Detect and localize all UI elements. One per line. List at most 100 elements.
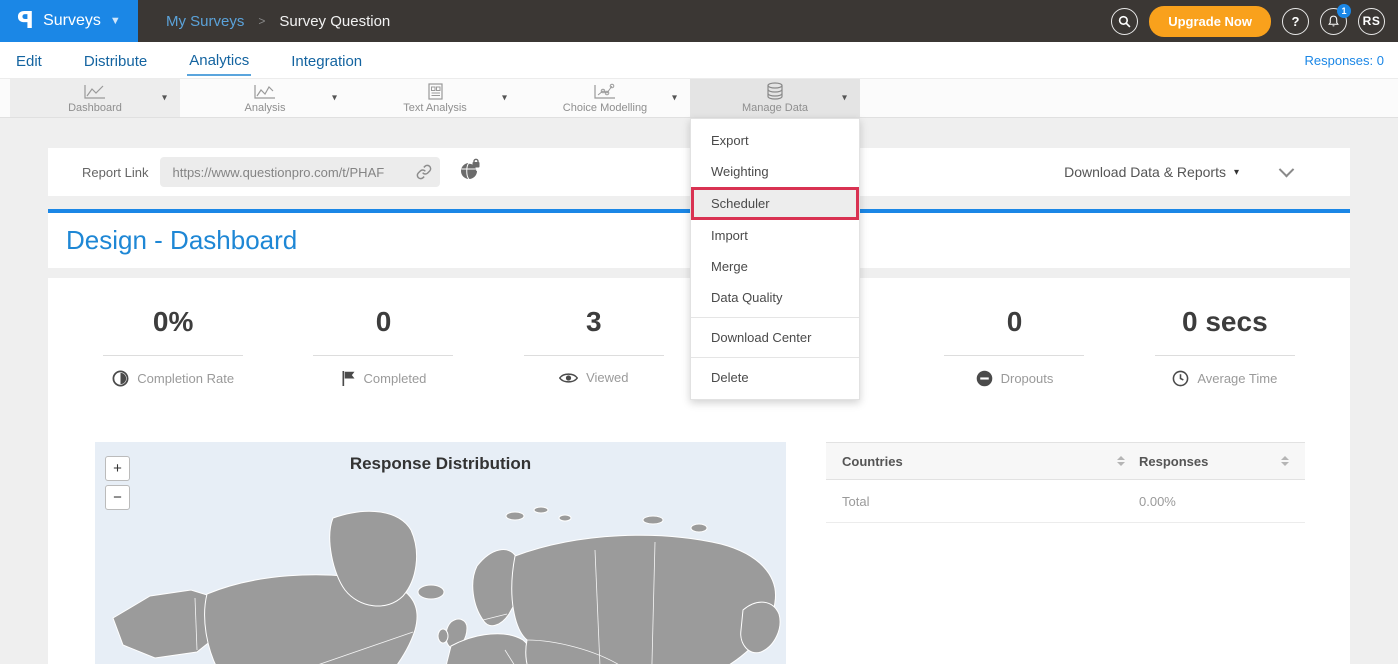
tab-label: Analysis bbox=[245, 102, 286, 114]
menu-item-merge[interactable]: Merge bbox=[691, 251, 859, 282]
minus-circle-icon bbox=[976, 370, 993, 387]
eye-icon bbox=[559, 371, 578, 385]
zoom-in-button[interactable]: + bbox=[105, 456, 130, 481]
map-title: Response Distribution bbox=[95, 442, 786, 474]
link-icon[interactable] bbox=[416, 164, 432, 185]
upgrade-now-button[interactable]: Upgrade Now bbox=[1149, 6, 1271, 37]
avatar-initials: RS bbox=[1363, 14, 1381, 28]
nav-integration[interactable]: Integration bbox=[289, 46, 364, 75]
divider bbox=[944, 355, 1084, 356]
menu-divider bbox=[691, 317, 859, 318]
product-switcher[interactable]: P Surveys ▼ bbox=[0, 0, 138, 42]
divider bbox=[313, 355, 453, 356]
menu-item-export[interactable]: Export bbox=[691, 125, 859, 156]
tab-dashboard[interactable]: Dashboard ▾ bbox=[10, 79, 180, 117]
world-map[interactable] bbox=[95, 490, 786, 664]
breadcrumb: My Surveys > Survey Question bbox=[166, 13, 390, 30]
clock-icon bbox=[1172, 370, 1189, 387]
visualization-row: Response Distribution + − bbox=[48, 442, 1350, 664]
tab-text-analysis[interactable]: Text Analysis ▾ bbox=[350, 79, 520, 117]
menu-item-delete[interactable]: Delete bbox=[691, 362, 859, 393]
report-url-wrap bbox=[160, 157, 440, 187]
collapse-panel-chevron-icon[interactable] bbox=[1279, 161, 1295, 177]
menu-item-import[interactable]: Import bbox=[691, 220, 859, 251]
countries-table: Countries Responses Total 0.00% bbox=[826, 442, 1305, 664]
header-actions: Upgrade Now ? 1 RS bbox=[1111, 6, 1398, 37]
report-link-label: Report Link bbox=[82, 165, 148, 180]
stat-label: Average Time bbox=[1197, 371, 1277, 386]
chevron-down-icon[interactable]: ▾ bbox=[162, 93, 167, 104]
country-cell: Total bbox=[842, 494, 1139, 509]
bell-icon bbox=[1327, 14, 1340, 28]
stat-label: Dropouts bbox=[1001, 371, 1054, 386]
chevron-down-icon: ▼ bbox=[110, 15, 121, 27]
half-circle-icon bbox=[112, 370, 129, 387]
report-url-input[interactable] bbox=[160, 157, 440, 187]
breadcrumb-my-surveys[interactable]: My Surveys bbox=[166, 13, 244, 30]
product-name: Surveys bbox=[43, 12, 101, 30]
line-chart-icon bbox=[253, 83, 277, 100]
sort-icon[interactable] bbox=[1281, 456, 1289, 466]
breadcrumb-current: Survey Question bbox=[279, 13, 390, 30]
line-chart-icon bbox=[83, 83, 107, 100]
stat-label: Completed bbox=[364, 371, 427, 386]
chevron-down-icon[interactable]: ▾ bbox=[842, 93, 847, 104]
text-document-icon bbox=[425, 83, 445, 100]
search-icon bbox=[1118, 15, 1131, 28]
responses-count: Responses: 0 bbox=[1305, 53, 1385, 68]
divider bbox=[1155, 355, 1295, 356]
stat-completion-rate: 0% Completion Rate bbox=[68, 304, 278, 387]
top-header: P Surveys ▼ My Surveys > Survey Question… bbox=[0, 0, 1398, 42]
menu-item-download-center[interactable]: Download Center bbox=[691, 322, 859, 353]
breadcrumb-separator: > bbox=[258, 14, 265, 28]
menu-divider bbox=[691, 357, 859, 358]
page-title: Design - Dashboard bbox=[66, 225, 297, 256]
chevron-down-icon: ▾ bbox=[1234, 167, 1239, 178]
stat-label: Completion Rate bbox=[137, 371, 234, 386]
help-button[interactable]: ? bbox=[1282, 8, 1309, 35]
chevron-down-icon[interactable]: ▾ bbox=[502, 93, 507, 104]
stat-completed: 0 Completed bbox=[278, 304, 488, 387]
tab-label: Dashboard bbox=[68, 102, 122, 114]
stat-value: 0% bbox=[68, 304, 278, 340]
responses-cell: 0.00% bbox=[1139, 494, 1289, 509]
tab-analysis[interactable]: Analysis ▾ bbox=[180, 79, 350, 117]
stat-label: Viewed bbox=[586, 370, 628, 385]
stat-value: 0 bbox=[278, 304, 488, 340]
tab-label: Choice Modelling bbox=[563, 102, 647, 114]
questionpro-logo-icon: P bbox=[17, 8, 34, 34]
responses-header: Responses bbox=[1139, 454, 1208, 469]
tab-choice-modelling[interactable]: Choice Modelling ▾ bbox=[520, 79, 690, 117]
notifications-button[interactable]: 1 bbox=[1320, 8, 1347, 35]
stat-average-time: 0 secs Average Time bbox=[1120, 304, 1330, 387]
countries-header: Countries bbox=[842, 454, 903, 469]
question-mark-icon: ? bbox=[1292, 14, 1300, 29]
sort-icon[interactable] bbox=[1117, 456, 1125, 466]
menu-item-scheduler[interactable]: Scheduler bbox=[691, 187, 859, 220]
nav-analytics[interactable]: Analytics bbox=[187, 45, 251, 76]
report-privacy-globe-lock-icon[interactable] bbox=[458, 158, 482, 187]
avatar[interactable]: RS bbox=[1358, 8, 1385, 35]
nav-edit[interactable]: Edit bbox=[14, 46, 44, 75]
tab-manage-data[interactable]: Manage Data ▾ bbox=[690, 79, 860, 117]
divider bbox=[524, 355, 664, 356]
chevron-down-icon[interactable]: ▾ bbox=[332, 93, 337, 104]
database-icon bbox=[764, 82, 786, 100]
chevron-down-icon[interactable]: ▾ bbox=[672, 93, 677, 104]
table-row: Total 0.00% bbox=[826, 480, 1305, 523]
stat-dropouts: 0 Dropouts bbox=[909, 304, 1119, 387]
manage-data-menu: Export Weighting Scheduler Import Merge … bbox=[690, 118, 860, 400]
menu-item-data-quality[interactable]: Data Quality bbox=[691, 282, 859, 313]
section-nav: Edit Distribute Analytics Integration Re… bbox=[0, 42, 1398, 78]
scatter-chart-icon bbox=[593, 83, 617, 100]
stat-value: 0 secs bbox=[1120, 304, 1330, 340]
download-data-reports-label: Download Data & Reports bbox=[1064, 164, 1226, 180]
table-header: Countries Responses bbox=[826, 442, 1305, 480]
menu-item-weighting[interactable]: Weighting bbox=[691, 156, 859, 187]
tab-label: Text Analysis bbox=[403, 102, 467, 114]
download-data-reports-dropdown[interactable]: Download Data & Reports ▾ bbox=[1064, 164, 1239, 180]
nav-distribute[interactable]: Distribute bbox=[82, 46, 149, 75]
search-button[interactable] bbox=[1111, 8, 1138, 35]
notification-badge: 1 bbox=[1337, 4, 1351, 18]
stat-viewed: 3 Viewed bbox=[489, 304, 699, 387]
